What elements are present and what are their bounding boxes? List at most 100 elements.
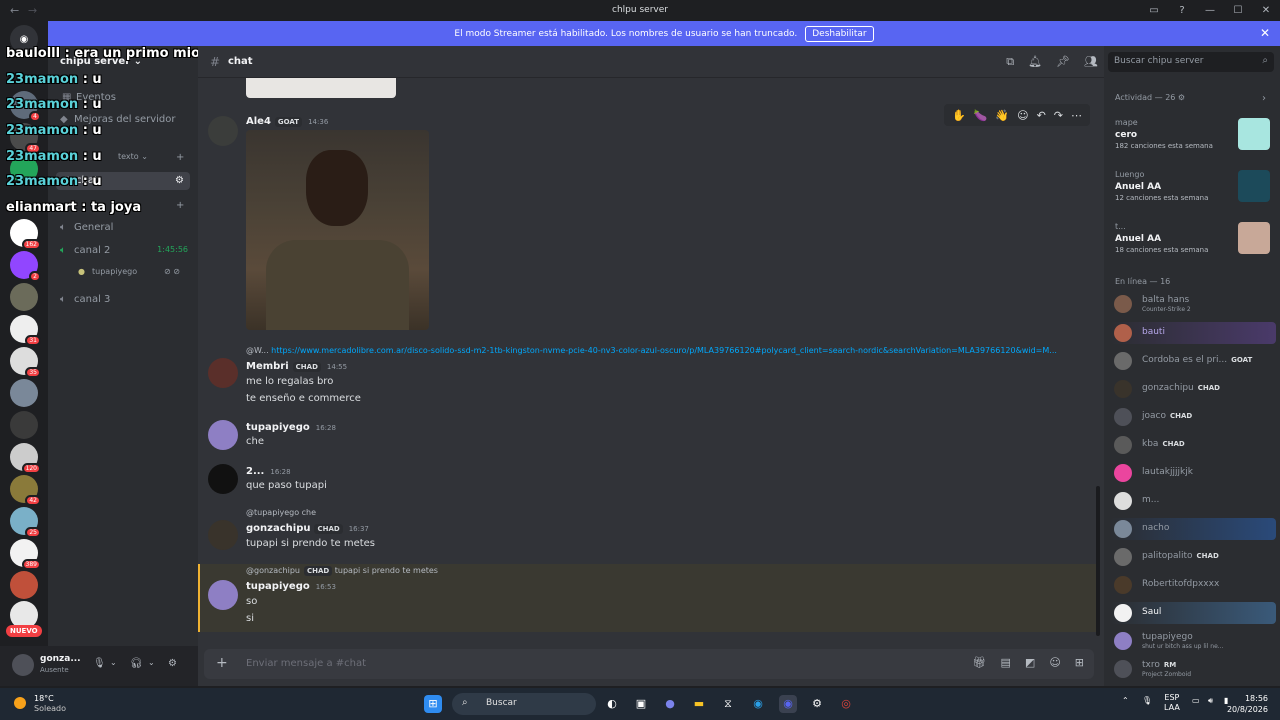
member-item[interactable]: tupapiyego shut ur bitch ass up lil ne... xyxy=(1110,630,1276,652)
add-channel-icon[interactable]: + xyxy=(176,200,184,211)
inbox-icon[interactable]: ▭ xyxy=(1140,0,1168,21)
taskbar-search[interactable]: ⌕ Buscar xyxy=(452,693,596,715)
message-author[interactable]: 2... 16:28 xyxy=(246,466,291,477)
voice-user[interactable]: ● tupapiyego xyxy=(78,267,137,276)
activity-card[interactable]: Luengo Anuel AA 12 canciones esta semana xyxy=(1110,166,1274,212)
bell-icon[interactable]: 🔔︎ xyxy=(1028,55,1042,69)
network-icon[interactable]: ▭ xyxy=(1192,696,1200,705)
chat-scrollbar[interactable] xyxy=(1096,486,1100,636)
message-author[interactable]: tupapiyego 16:28 xyxy=(246,422,336,433)
avatar[interactable] xyxy=(12,654,34,676)
sticker-icon[interactable]: ◩ xyxy=(1025,656,1035,669)
message-input[interactable]: Enviar mensaje a #chat xyxy=(246,658,366,669)
folder-icon[interactable]: ▬ xyxy=(690,695,708,713)
server-icon[interactable]: 31 xyxy=(10,315,41,346)
windows-start-icon[interactable]: ⊞ xyxy=(424,695,442,713)
add-reaction-icon[interactable]: ☺ xyxy=(1017,109,1028,122)
gift-icon[interactable]: 🎁︎ xyxy=(973,656,987,669)
reaction-icon[interactable]: 🍆 xyxy=(974,109,988,122)
threads-icon[interactable]: ⧉ xyxy=(1006,55,1014,69)
reaction-wave-icon[interactable]: ✋ xyxy=(952,109,966,122)
server-icon[interactable]: 389 xyxy=(10,539,41,570)
capcut-icon[interactable]: ⧖ xyxy=(719,695,737,713)
server-icon[interactable]: 25 xyxy=(10,507,41,538)
server-icon[interactable]: 120 xyxy=(10,443,41,474)
language-indicator[interactable]: ESP LAA xyxy=(1164,693,1180,713)
member-item[interactable]: lautakjjjjkjk xyxy=(1110,462,1276,484)
avatar[interactable] xyxy=(208,580,238,610)
reply-preview[interactable]: @gonzachipu CHAD tupapi si prendo te mete… xyxy=(246,566,438,576)
member-item[interactable]: nacho xyxy=(1110,518,1276,540)
message-author[interactable]: Ale4 GOAT 14:36 xyxy=(246,116,328,127)
more-icon[interactable]: ⋯ xyxy=(1071,109,1082,122)
steam-icon[interactable]: ◐ xyxy=(603,695,621,713)
member-item[interactable]: kba CHAD xyxy=(1110,434,1276,456)
image-attachment[interactable] xyxy=(246,78,396,98)
chrome-icon[interactable]: ◎ xyxy=(837,695,855,713)
headphones-icon[interactable]: 🎧︎ xyxy=(130,658,143,669)
reaction-hand-icon[interactable]: 👋 xyxy=(995,109,1009,122)
close-window-button[interactable]: ✕ xyxy=(1252,0,1280,21)
member-item[interactable]: Robertitofdpxxxx xyxy=(1110,574,1276,596)
server-icon[interactable]: 42 xyxy=(10,475,41,506)
app-icon[interactable]: ⚙ xyxy=(808,695,826,713)
forward-icon[interactable]: ↷ xyxy=(1054,109,1063,122)
server-icon[interactable] xyxy=(10,571,38,599)
apps-icon[interactable]: ⊞ xyxy=(1075,656,1084,669)
twitch-server-icon[interactable]: 2 xyxy=(10,251,41,282)
member-item[interactable]: joaco CHAD xyxy=(1110,406,1276,428)
activity-card[interactable]: mape cero 182 canciones esta semana xyxy=(1110,114,1274,160)
edge-icon[interactable]: ◉ xyxy=(749,695,767,713)
volume-icon[interactable]: 🔊︎ xyxy=(1208,696,1213,706)
member-item[interactable]: gonzachipu CHAD xyxy=(1110,378,1276,400)
emoji-icon[interactable]: ☺ xyxy=(1049,656,1060,669)
avatar[interactable] xyxy=(208,358,238,388)
close-banner-icon[interactable]: ✕ xyxy=(1260,26,1270,40)
server-icon[interactable] xyxy=(10,411,38,439)
avatar[interactable] xyxy=(208,116,238,146)
server-icon[interactable] xyxy=(10,283,38,311)
microphone-icon[interactable]: 🎙︎ xyxy=(1142,696,1152,705)
settings-icon[interactable]: ⚙ xyxy=(175,175,184,186)
help-icon[interactable]: ? xyxy=(1168,0,1196,21)
message-author[interactable]: tupapiyego 16:53 xyxy=(246,581,336,592)
server-icon[interactable]: 162 xyxy=(10,219,41,250)
attach-plus-icon[interactable]: + xyxy=(216,655,228,671)
add-channel-icon[interactable]: + xyxy=(176,152,184,163)
reply-icon[interactable]: ↶ xyxy=(1037,109,1046,122)
gif-icon[interactable]: ▤ xyxy=(1001,656,1011,669)
server-icon[interactable]: 35 xyxy=(10,347,41,378)
member-item[interactable]: txro RM Project Zomboid xyxy=(1110,658,1276,680)
voice-channel-general[interactable]: 🔈︎ General xyxy=(60,222,113,233)
message-author[interactable]: gonzachipu CHAD 16:37 xyxy=(246,523,369,534)
taskbar-clock[interactable]: 18:56 20/8/2026 xyxy=(1227,693,1268,715)
reply-preview[interactable]: @W... https://www.mercadolibre.com.ar/di… xyxy=(246,346,1057,355)
member-item[interactable]: Saul xyxy=(1110,602,1276,624)
server-icon[interactable] xyxy=(10,379,38,407)
chevron-down-icon[interactable]: ⌄ xyxy=(110,658,117,667)
voice-channel-canal-2[interactable]: 🔈︎ canal 2 xyxy=(60,245,110,256)
category-text[interactable]: texto ⌄ xyxy=(118,152,148,161)
voice-channel-canal-3[interactable]: 🔈︎ canal 3 xyxy=(60,294,110,305)
pin-icon[interactable]: 📌︎ xyxy=(1056,55,1070,69)
member-item[interactable]: balta hans Counter-Strike 2 xyxy=(1110,293,1276,315)
reply-link[interactable]: https://www.mercadolibre.com.ar/disco-so… xyxy=(271,346,1057,355)
chevron-right-icon[interactable]: › xyxy=(1262,93,1266,104)
minimize-button[interactable]: — xyxy=(1196,0,1224,21)
activity-card[interactable]: t... Anuel AA 18 canciones esta semana xyxy=(1110,218,1274,264)
chevron-up-icon[interactable]: ⌃ xyxy=(1122,696,1129,705)
server-search-input[interactable]: Buscar chipu server ⌕ xyxy=(1108,52,1274,72)
settings-icon[interactable]: ⚙ xyxy=(168,658,177,669)
maximize-button[interactable]: ☐ xyxy=(1224,0,1252,21)
member-item[interactable]: palitopalito CHAD xyxy=(1110,546,1276,568)
message-author[interactable]: Membri CHAD 14:55 xyxy=(246,361,347,372)
member-item[interactable]: m... xyxy=(1110,490,1276,512)
store-icon[interactable]: ▣ xyxy=(632,695,650,713)
chevron-down-icon[interactable]: ⌄ xyxy=(148,658,155,667)
discord-taskbar-icon[interactable]: ◉ xyxy=(779,695,797,713)
members-icon[interactable]: 👥︎ xyxy=(1084,55,1098,69)
avatar[interactable] xyxy=(208,520,238,550)
reply-preview[interactable]: @tupapiyego che xyxy=(246,508,316,517)
avatar[interactable] xyxy=(208,464,238,494)
member-item[interactable]: bauti xyxy=(1110,322,1276,344)
